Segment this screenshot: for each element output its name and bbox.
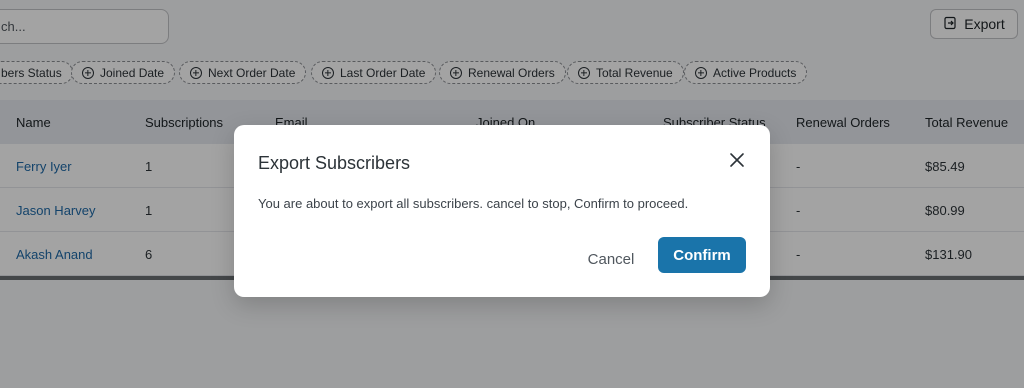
close-icon[interactable] [728,151,746,169]
cancel-button[interactable]: Cancel [588,244,635,274]
dialog-title: Export Subscribers [258,153,411,173]
dialog-message: You are about to export all subscribers.… [258,196,689,211]
confirm-button[interactable]: Confirm [658,237,746,273]
export-subscribers-dialog: Export Subscribers You are about to expo… [234,125,770,297]
